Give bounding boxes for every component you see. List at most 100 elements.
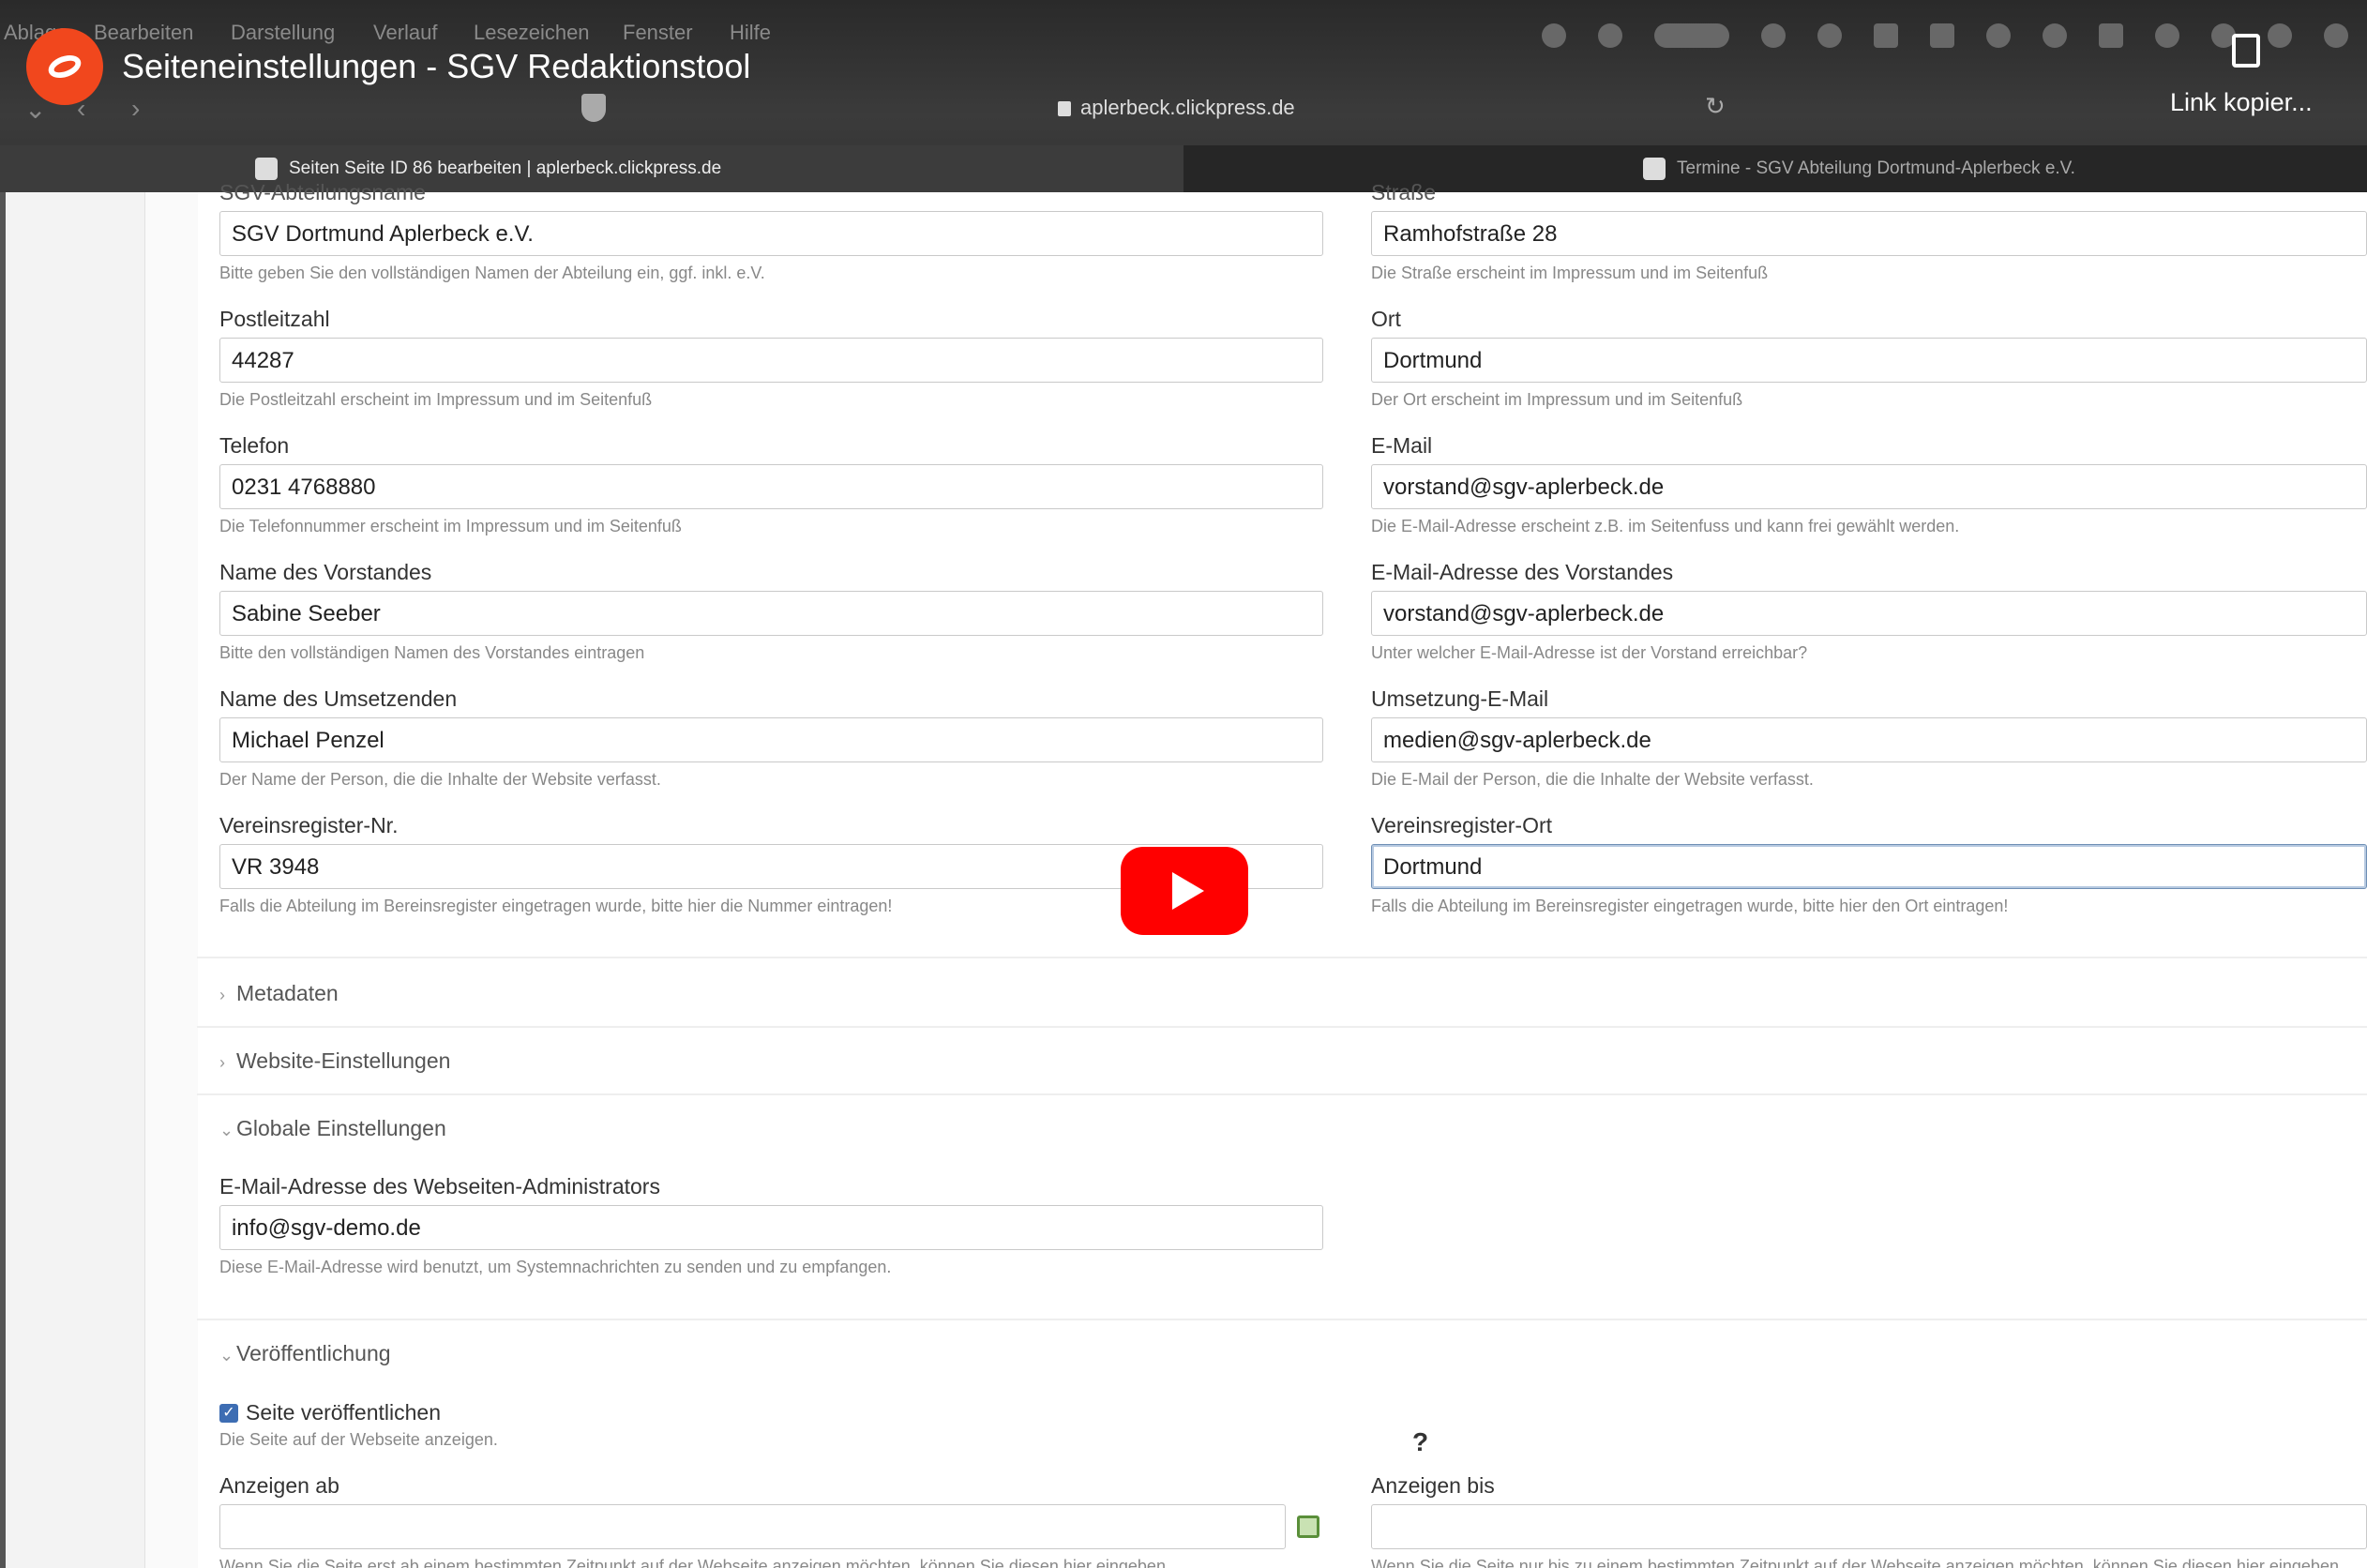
tab-label: Termine - SGV Abteilung Dortmund-Aplerbe… xyxy=(1677,158,2075,178)
vr-ort-input[interactable]: Dortmund xyxy=(1371,844,2367,889)
publish-checkbox-label: Seite veröffentlichen xyxy=(246,1400,441,1425)
publish-checkbox-hint: Die Seite auf der Webseite anzeigen. xyxy=(219,1430,498,1449)
ort-hint: Der Ort erscheint im Impressum und im Se… xyxy=(1371,390,1743,409)
menu-lesezeichen[interactable]: Lesezeichen xyxy=(474,21,590,45)
divider xyxy=(197,1026,2367,1028)
anzeigen-bis-input[interactable] xyxy=(1371,1504,2367,1549)
section-globale-einstellungen[interactable]: ⌄ Globale Einstellungen xyxy=(219,1116,2367,1141)
label-umsetzer-name: Name des Umsetzenden xyxy=(219,686,458,711)
favicon-icon xyxy=(1643,158,1666,180)
record-icon[interactable] xyxy=(1542,23,1566,48)
vr-nr-hint: Falls die Abteilung im Bereinsregister e… xyxy=(219,897,893,915)
label-telefon: Telefon xyxy=(219,433,290,458)
menu-darstellung[interactable]: Darstellung xyxy=(231,21,335,45)
favicon-icon xyxy=(255,158,278,180)
anzeigen-bis-hint: Wenn Sie die Seite nur bis zu einem best… xyxy=(1371,1557,2344,1568)
section-veroeffentlichung[interactable]: ⌄ Veröffentlichung xyxy=(219,1341,2367,1366)
help-mark: ? xyxy=(1412,1427,1429,1456)
chevron-down-icon[interactable]: ⌄ xyxy=(24,94,46,125)
forward-icon[interactable]: › xyxy=(131,94,140,124)
anzeigen-ab-hint: Wenn Sie die Seite erst ab einem bestimm… xyxy=(219,1557,1170,1568)
admin-email-input[interactable]: info@sgv-demo.de xyxy=(219,1205,1323,1250)
grid-icon[interactable] xyxy=(1930,23,1954,48)
anzeigen-ab-input[interactable] xyxy=(219,1504,1286,1549)
label-vr-nr: Vereinsregister-Nr. xyxy=(219,813,399,837)
browser-chrome: Ablage Bearbeiten Darstellung Verlauf Le… xyxy=(0,0,2367,192)
menu-verlauf[interactable]: Verlauf xyxy=(373,21,438,45)
telefon-input[interactable]: 0231 4768880 xyxy=(219,464,1323,509)
label-anzeigen-ab: Anzeigen ab xyxy=(219,1473,339,1498)
calendar-icon[interactable] xyxy=(1297,1515,1319,1538)
play-button[interactable] xyxy=(1121,847,1248,935)
umsetzer-email-hint: Die E-Mail der Person, die die Inhalte d… xyxy=(1371,770,1814,789)
umsetzer-name-input[interactable]: Michael Penzel xyxy=(219,717,1323,762)
label-admin-email: E-Mail-Adresse des Webseiten-Administrat… xyxy=(219,1174,660,1199)
menu-hilfe[interactable]: Hilfe xyxy=(730,21,771,45)
tab-termine[interactable]: Termine - SGV Abteilung Dortmund-Aplerbe… xyxy=(1184,145,2367,192)
back-icon[interactable]: ‹ xyxy=(77,94,85,124)
section-metadaten[interactable]: › Metadaten xyxy=(219,981,2367,1006)
section-label: Metadaten xyxy=(236,981,339,1005)
vorstand-name-hint: Bitte den vollständigen Namen des Vorsta… xyxy=(219,643,645,662)
abteilungsname-hint: Bitte geben Sie den vollständigen Namen … xyxy=(219,264,765,282)
side-strip xyxy=(6,192,144,1568)
vorstand-email-input[interactable]: vorstand@sgv-aplerbeck.de xyxy=(1371,591,2367,636)
battery-icon[interactable] xyxy=(1874,23,1898,48)
postleitzahl-hint: Die Postleitzahl erscheint im Impressum … xyxy=(219,390,653,409)
label-umsetzer-email: Umsetzung-E-Mail xyxy=(1371,686,1549,711)
chevron-right-icon: › xyxy=(219,986,225,1004)
info-icon[interactable] xyxy=(1761,23,1786,48)
keyboard-icon[interactable] xyxy=(2099,23,2123,48)
divider xyxy=(197,957,2367,958)
umsetzer-email-input[interactable]: medien@sgv-aplerbeck.de xyxy=(1371,717,2367,762)
menu-bearbeiten[interactable]: Bearbeiten xyxy=(94,21,193,45)
section-website-einstellungen[interactable]: › Website-Einstellungen xyxy=(219,1048,2367,1074)
chevron-down-icon: ⌄ xyxy=(219,1121,234,1139)
label-anzeigen-bis: Anzeigen bis xyxy=(1371,1473,1495,1498)
vorstand-email-hint: Unter welcher E-Mail-Adresse ist der Vor… xyxy=(1371,643,1808,662)
location-icon[interactable] xyxy=(1986,23,2011,48)
vr-ort-hint: Falls die Abteilung im Bereinsregister e… xyxy=(1371,897,2009,915)
strasse-hint: Die Straße erscheint im Impressum und im… xyxy=(1371,264,1769,282)
postleitzahl-input[interactable]: 44287 xyxy=(219,338,1323,383)
reload-icon[interactable]: ↻ xyxy=(1705,92,1726,121)
section-label: Globale Einstellungen xyxy=(236,1116,446,1140)
telefon-hint: Die Telefonnummer erscheint im Impressum… xyxy=(219,517,682,535)
strasse-input[interactable]: Ramhofstraße 28 xyxy=(1371,211,2367,256)
copy-link-icon[interactable] xyxy=(2232,34,2260,68)
email-input[interactable]: vorstand@sgv-aplerbeck.de xyxy=(1371,464,2367,509)
label-strasse: Straße xyxy=(1371,180,1437,204)
play-circle-icon[interactable] xyxy=(2043,23,2067,48)
chevron-down-icon: ⌄ xyxy=(219,1346,234,1364)
control-pill-icon[interactable] xyxy=(1654,23,1729,48)
url-text: aplerbeck.clickpress.de xyxy=(1080,96,1295,119)
tab-label: Seiten Seite ID 86 bearbeiten | aplerbec… xyxy=(289,158,722,178)
tab-seiten-bearbeiten[interactable]: Seiten Seite ID 86 bearbeiten | aplerbec… xyxy=(0,145,1184,192)
umsetzer-name-hint: Der Name der Person, die die Inhalte der… xyxy=(219,770,661,789)
wifi-icon[interactable] xyxy=(2155,23,2179,48)
label-ort: Ort xyxy=(1371,307,1401,331)
section-label: Website-Einstellungen xyxy=(236,1048,451,1073)
label-abteilungsname: SGV-Abteilungsname xyxy=(219,180,426,204)
label-postleitzahl: Postleitzahl xyxy=(219,307,330,331)
admin-email-hint: Diese E-Mail-Adresse wird benutzt, um Sy… xyxy=(219,1258,892,1276)
toggle-icon[interactable] xyxy=(1598,23,1622,48)
play-icon xyxy=(1172,872,1204,910)
shield-icon[interactable] xyxy=(581,94,606,122)
publish-checkbox[interactable]: ✓ xyxy=(219,1404,238,1423)
label-email: E-Mail xyxy=(1371,433,1433,458)
chevron-right-icon: › xyxy=(219,1053,225,1072)
address-bar[interactable]: aplerbeck.clickpress.de xyxy=(1058,96,1295,120)
menu-fenster[interactable]: Fenster xyxy=(623,21,693,45)
ort-input[interactable]: Dortmund xyxy=(1371,338,2367,383)
video-title[interactable]: Seiteneinstellungen - SGV Redaktionstool xyxy=(122,47,750,86)
label-vorstand-email: E-Mail-Adresse des Vorstandes xyxy=(1371,560,1674,584)
section-label: Veröffentlichung xyxy=(236,1341,391,1365)
siri-icon[interactable] xyxy=(2324,23,2348,48)
vorstand-name-input[interactable]: Sabine Seeber xyxy=(219,591,1323,636)
eye-icon[interactable] xyxy=(1817,23,1842,48)
copy-link-label[interactable]: Link kopier... xyxy=(2170,88,2313,117)
control-center-icon[interactable] xyxy=(2268,23,2292,48)
lock-icon xyxy=(1058,101,1071,116)
abteilungsname-input[interactable]: SGV Dortmund Aplerbeck e.V. xyxy=(219,211,1323,256)
